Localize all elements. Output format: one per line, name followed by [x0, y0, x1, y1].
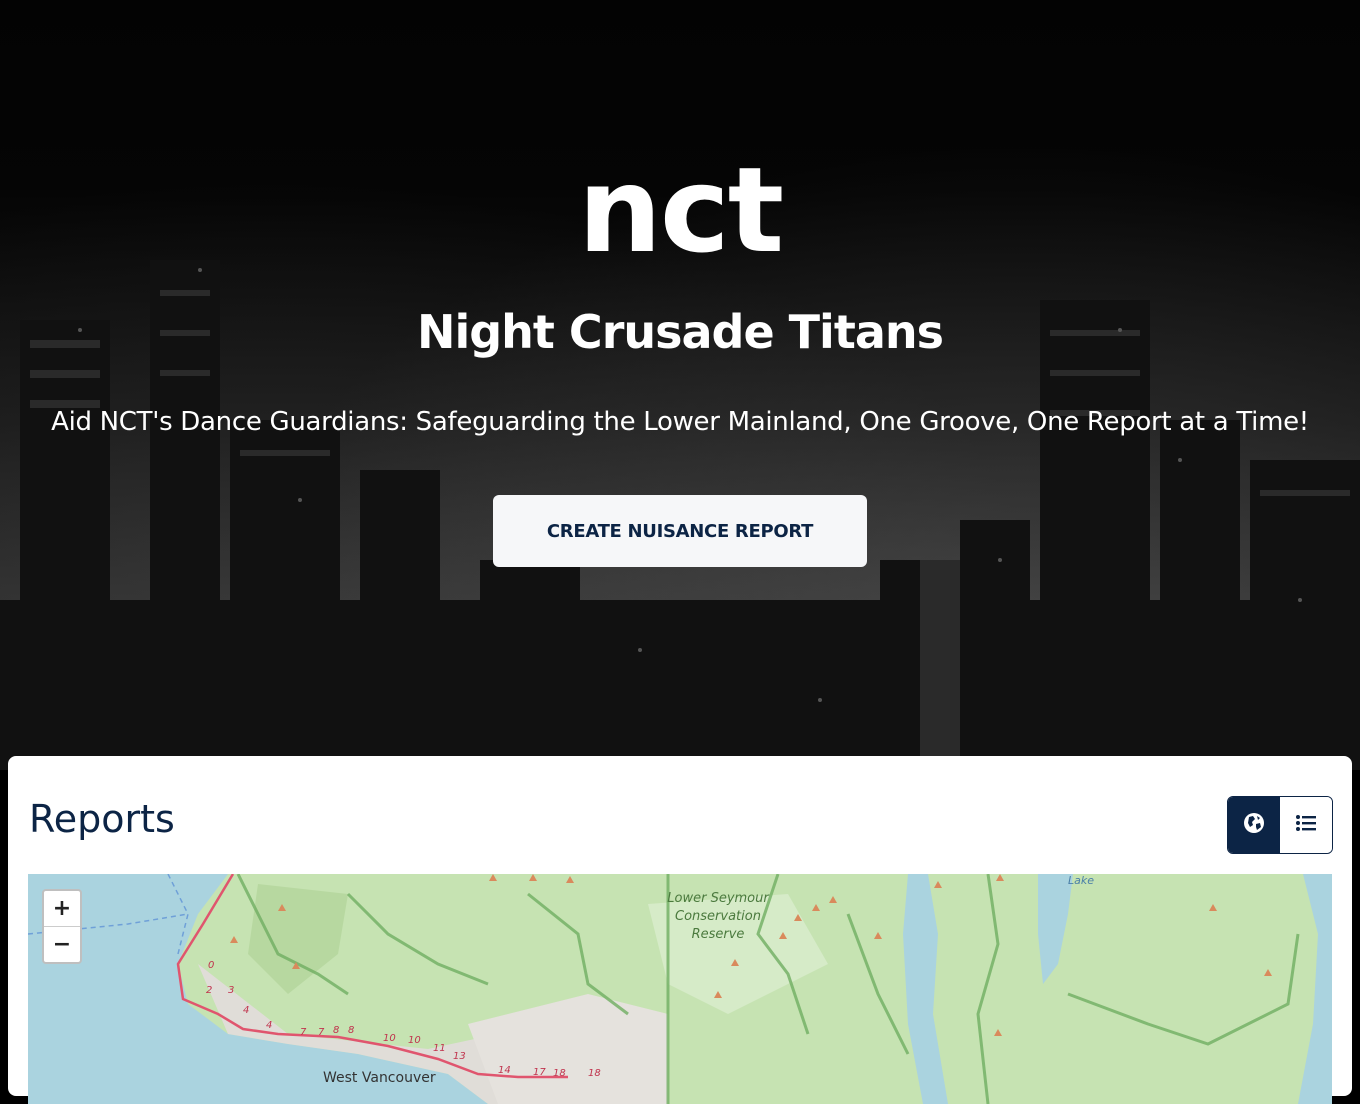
page-title: Night Crusade Titans — [416, 305, 944, 359]
map-view-button[interactable] — [1228, 797, 1280, 853]
route-marker: 8 — [348, 1025, 355, 1036]
tagline: Aid NCT's Dance Guardians: Safeguarding … — [51, 407, 1309, 437]
route-marker: 8 — [333, 1025, 340, 1036]
zoom-out-button[interactable]: − — [44, 927, 80, 962]
route-marker: 3 — [228, 985, 235, 996]
park-label-line2: Conservation — [675, 909, 761, 924]
city-skyline-background — [0, 260, 1360, 770]
route-marker: 7 — [318, 1027, 325, 1038]
hero-section: nct Night Crusade Titans Aid NCT's Dance… — [0, 0, 1360, 770]
map-label-park: Lower Seymour Conservation Reserve — [648, 890, 788, 944]
route-marker: 4 — [243, 1005, 250, 1016]
route-marker: 0 — [208, 960, 215, 971]
route-marker: 13 — [453, 1051, 466, 1062]
route-marker: 2 — [206, 985, 213, 996]
create-nuisance-report-button[interactable]: CREATE NUISANCE REPORT — [493, 495, 867, 567]
route-marker: 18 — [553, 1068, 566, 1079]
route-marker: 14 — [498, 1065, 511, 1076]
reports-card: Reports Lower Seymour Conservation Reser… — [8, 756, 1352, 1104]
nct-logo: nct — [577, 141, 784, 279]
list-view-button[interactable] — [1280, 797, 1332, 853]
globe-icon — [1243, 812, 1265, 838]
route-marker: 18 — [588, 1068, 601, 1079]
route-marker: 4 — [266, 1020, 273, 1031]
zoom-in-button[interactable]: + — [44, 891, 80, 927]
reports-map[interactable]: Lower Seymour Conservation Reserve Lake … — [28, 874, 1332, 1104]
route-marker: 7 — [300, 1027, 307, 1038]
park-label-line1: Lower Seymour — [667, 891, 769, 906]
map-label-lake: Lake — [1068, 874, 1095, 887]
reports-heading: Reports — [29, 797, 175, 841]
route-marker: 10 — [408, 1035, 421, 1046]
route-marker: 11 — [433, 1043, 446, 1054]
view-toggle — [1227, 796, 1333, 854]
route-marker: 17 — [533, 1067, 546, 1078]
list-icon — [1295, 813, 1317, 837]
map-label-city: West Vancouver — [323, 1070, 436, 1086]
route-marker: 10 — [383, 1033, 396, 1044]
park-label-line3: Reserve — [691, 927, 745, 942]
map-zoom-control: + − — [42, 889, 82, 964]
